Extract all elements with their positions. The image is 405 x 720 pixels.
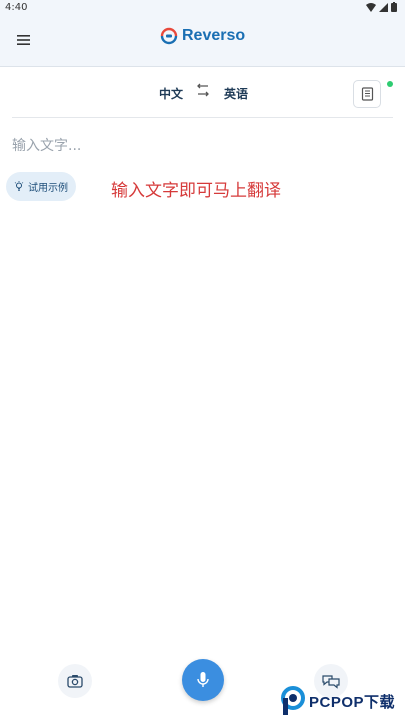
annotation-text: 输入文字即可马上翻译 xyxy=(111,181,281,201)
lightbulb-icon xyxy=(14,181,24,191)
battery-icon xyxy=(391,2,397,12)
status-icons xyxy=(366,2,397,12)
target-language[interactable]: 英语 xyxy=(224,85,248,102)
wifi-icon xyxy=(366,2,376,12)
try-example-button[interactable]: 试用示例 xyxy=(6,172,76,201)
try-example-label: 试用示例 xyxy=(28,183,68,194)
signal-icon xyxy=(379,2,388,12)
status-time: 4:40 xyxy=(5,2,28,13)
status-bar: 4:40 xyxy=(0,0,405,16)
pcpop-logo-icon xyxy=(281,686,305,715)
menu-icon[interactable] xyxy=(16,31,34,49)
app-logo: Reverso xyxy=(160,27,245,45)
microphone-button[interactable] xyxy=(182,659,224,701)
book-icon xyxy=(361,87,373,101)
dictionary-button[interactable] xyxy=(353,80,381,108)
camera-button[interactable] xyxy=(58,664,92,698)
reverso-logo-icon xyxy=(160,27,178,45)
app-header: Reverso xyxy=(0,16,405,67)
watermark: PCPOP下载 xyxy=(279,682,405,720)
text-input[interactable]: 输入文字... xyxy=(12,135,81,155)
swap-languages-icon[interactable] xyxy=(194,83,212,99)
app-name: Reverso xyxy=(182,27,246,44)
microphone-icon xyxy=(197,672,209,687)
watermark-text: PCPOP下载 xyxy=(309,693,396,711)
source-language[interactable]: 中文 xyxy=(159,85,183,102)
camera-icon xyxy=(67,675,83,688)
online-status-dot xyxy=(387,81,393,87)
language-bar: 中文 英语 xyxy=(12,70,393,118)
